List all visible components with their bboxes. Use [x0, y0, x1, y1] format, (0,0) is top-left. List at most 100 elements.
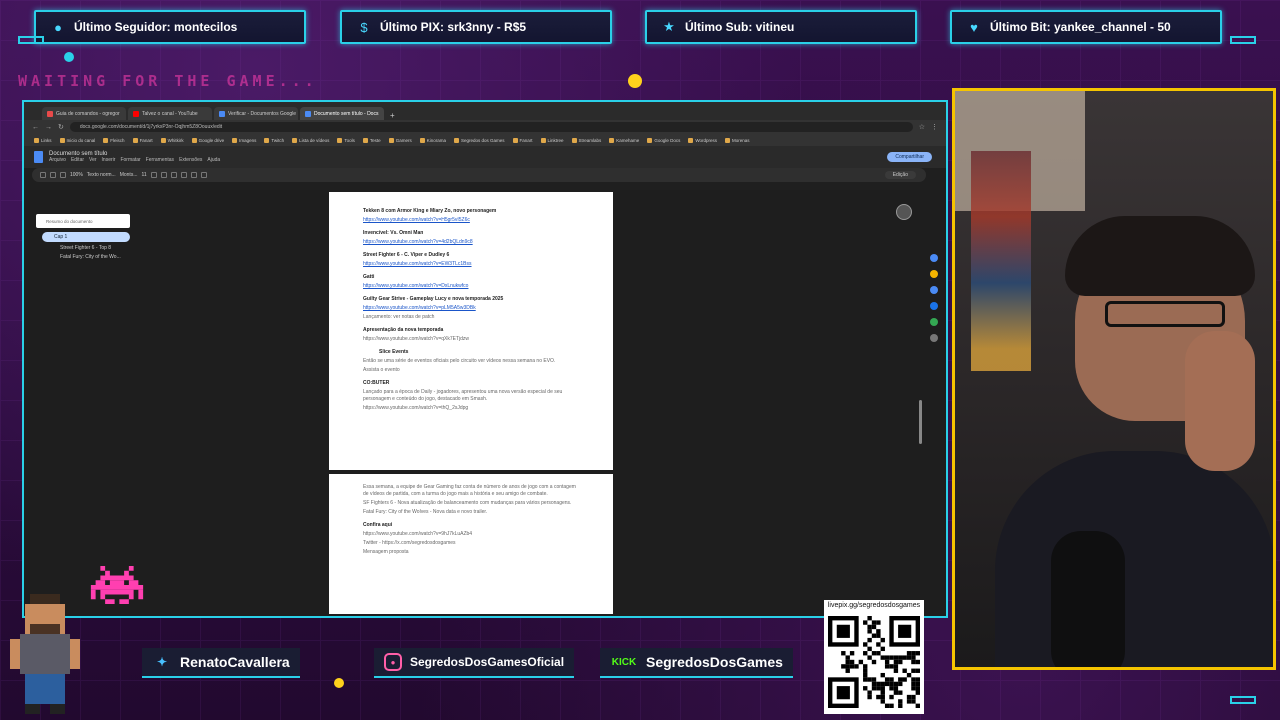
webcam-person-body [995, 451, 1273, 667]
outline-item-selected[interactable]: Cap 1 [42, 232, 130, 242]
editing-mode-select[interactable]: Edição [884, 171, 916, 179]
menu-item[interactable]: Inserir [102, 157, 116, 163]
redo-icon[interactable] [50, 172, 56, 178]
bookmark-label: Google Docs [654, 137, 681, 143]
doc-heading: Street Fighter 6 - C. Viper e Dudley 6 [363, 252, 450, 258]
bold-icon[interactable] [150, 172, 157, 178]
bookmark-item[interactable]: Lista de vídeos [292, 137, 329, 143]
font-select[interactable]: Monts... [120, 172, 138, 178]
keep-icon[interactable] [930, 270, 938, 278]
bookmark-item[interactable]: Streamlabs [571, 137, 602, 143]
maps-icon[interactable] [930, 318, 938, 326]
share-button[interactable]: Compartilhar [887, 152, 932, 162]
bookmark-item[interactable]: Twitch [264, 137, 284, 143]
undo-icon[interactable] [40, 172, 46, 178]
menu-item[interactable]: Formatar [120, 157, 140, 163]
document-page[interactable]: Tekken 8 com Armor King e Miary Zo, novo… [329, 192, 613, 470]
bookmark-label: Morenas [732, 137, 750, 143]
reload-icon[interactable]: ↻ [58, 123, 64, 131]
contacts-icon[interactable] [930, 302, 938, 310]
outline-header[interactable]: Resumo do documento [36, 214, 130, 228]
url-input[interactable]: docs.google.com/document/d/1j7yrkxP3nr-O… [69, 122, 913, 132]
folder-icon [388, 137, 394, 143]
bookmark-label: Kinorama [426, 137, 446, 143]
bookmark-item[interactable]: Teste [362, 137, 381, 143]
doc-link[interactable]: https://www.youtube.com/watch?v=DxLnukwf… [363, 283, 579, 290]
menu-item[interactable]: Ajuda [207, 157, 220, 163]
new-tab-icon[interactable]: + [386, 111, 399, 120]
bookmark-label: Streamlabs [578, 137, 602, 143]
list-icon[interactable] [200, 172, 207, 178]
docs-icon[interactable] [34, 151, 43, 163]
bookmark-item[interactable]: Whitkirk [160, 137, 184, 143]
style-select[interactable]: Texto norm... [87, 172, 116, 178]
bookmark-item[interactable]: Inicio do canal [59, 137, 96, 143]
menu-item[interactable]: Editar [71, 157, 84, 163]
menu-item[interactable]: Arquivo [49, 157, 66, 163]
underline-icon[interactable] [170, 172, 177, 178]
bookmark-item[interactable]: Links [34, 137, 52, 143]
add-icon[interactable] [930, 334, 938, 342]
bookmark-label: Linktree [547, 137, 564, 143]
bookmark-item[interactable]: Imagens [232, 137, 256, 143]
tasks-icon[interactable] [930, 286, 938, 294]
print-icon[interactable] [60, 172, 66, 178]
bookmark-item[interactable]: Kamehame [609, 137, 639, 143]
pixel-character-icon [10, 594, 80, 714]
bookmark-label: Inicio do canal [66, 137, 96, 143]
social-label: RenatoCavallera [180, 654, 290, 670]
font-size-field[interactable]: 11 [142, 172, 147, 178]
menu-item[interactable]: Ferramentas [146, 157, 174, 163]
bookmark-item[interactable]: Wordpress [688, 137, 717, 143]
forward-icon[interactable]: → [45, 124, 52, 131]
outline-item[interactable]: Street Fighter 6 - Top 8 [36, 242, 130, 251]
folder-icon [232, 137, 238, 143]
bookmark-item[interactable]: Tools [337, 137, 355, 143]
bookmark-item[interactable]: Gamers [388, 137, 412, 143]
align-icon[interactable] [190, 172, 197, 178]
menu-icon[interactable]: ⋮ [931, 123, 938, 131]
bookmark-item[interactable]: Kinorama [419, 137, 446, 143]
italic-icon[interactable] [160, 172, 167, 178]
bookmark-item[interactable]: Google drive [191, 137, 224, 143]
document-page[interactable]: Essa semana, a equipe de Gear Gaming faz… [329, 474, 613, 614]
bookmark-item[interactable]: Fanart [132, 137, 153, 143]
doc-paragraph: https://www.youtube.com/watch?v=9hJ7kLuA… [363, 531, 473, 537]
menu-item[interactable]: Extensões [179, 157, 202, 163]
bookmark-item[interactable]: Linktree [540, 137, 564, 143]
doc-link[interactable]: https://www.youtube.com/watch?v=EW3TLc1B… [363, 261, 579, 268]
dollar-icon: $ [360, 19, 368, 35]
browser-tab[interactable]: Verificar - Documentos Google [214, 107, 298, 120]
social-instagram: ● SegredosDosGamesOficial [374, 648, 575, 678]
account-avatar[interactable] [896, 204, 912, 220]
webcam-poster [971, 151, 1031, 371]
calendar-icon[interactable] [930, 254, 938, 262]
menu-item[interactable]: Ver [89, 157, 97, 163]
bookmark-item[interactable]: Google Docs [647, 137, 681, 143]
browser-tab[interactable]: Guia de comandos - ogregor [42, 107, 126, 120]
webcam-person-hand [1185, 331, 1255, 471]
scrollbar[interactable] [919, 400, 922, 444]
star-bookmark-icon[interactable]: ☆ [919, 123, 925, 131]
doc-link[interactable]: https://www.youtube.com/watch?v=pLM5A5w3… [363, 305, 579, 312]
bookmark-label: Segredos dos Games [460, 137, 505, 143]
doc-paragraph: Então se uma série de eventos oficiais p… [363, 358, 556, 364]
folder-icon [337, 137, 343, 143]
browser-tab[interactable]: Talvez o canal - YouTube [128, 107, 212, 120]
tab-label: Guia de comandos - ogregor [56, 110, 120, 117]
outline-item[interactable]: Fatal Fury: City of the Wo... [36, 251, 130, 260]
bookmark-item[interactable]: Fanart [512, 137, 533, 143]
link-icon[interactable] [180, 172, 187, 178]
back-icon[interactable]: ← [32, 124, 39, 131]
bookmark-item[interactable]: Segredos dos Games [453, 137, 505, 143]
zoom-select[interactable]: 100% [70, 172, 83, 178]
doc-link[interactable]: https://www.youtube.com/watch?v=H5gr5vI5… [363, 217, 579, 224]
bookmark-item[interactable]: Fleisch [103, 137, 125, 143]
social-twitter: ✦ RenatoCavallera [142, 648, 300, 678]
doc-link[interactable]: https://www.youtube.com/watch?v=4d2bQLdn… [363, 239, 579, 246]
waiting-banner: WAITING FOR THE GAME... [18, 72, 318, 90]
browser-tab-active[interactable]: Documento sem título - Docs [300, 107, 384, 120]
tab-label: Talvez o canal - YouTube [142, 110, 198, 117]
bookmark-item[interactable]: Morenas [725, 137, 750, 143]
browser-window: Guia de comandos - ogregor Talvez o cana… [22, 100, 948, 618]
